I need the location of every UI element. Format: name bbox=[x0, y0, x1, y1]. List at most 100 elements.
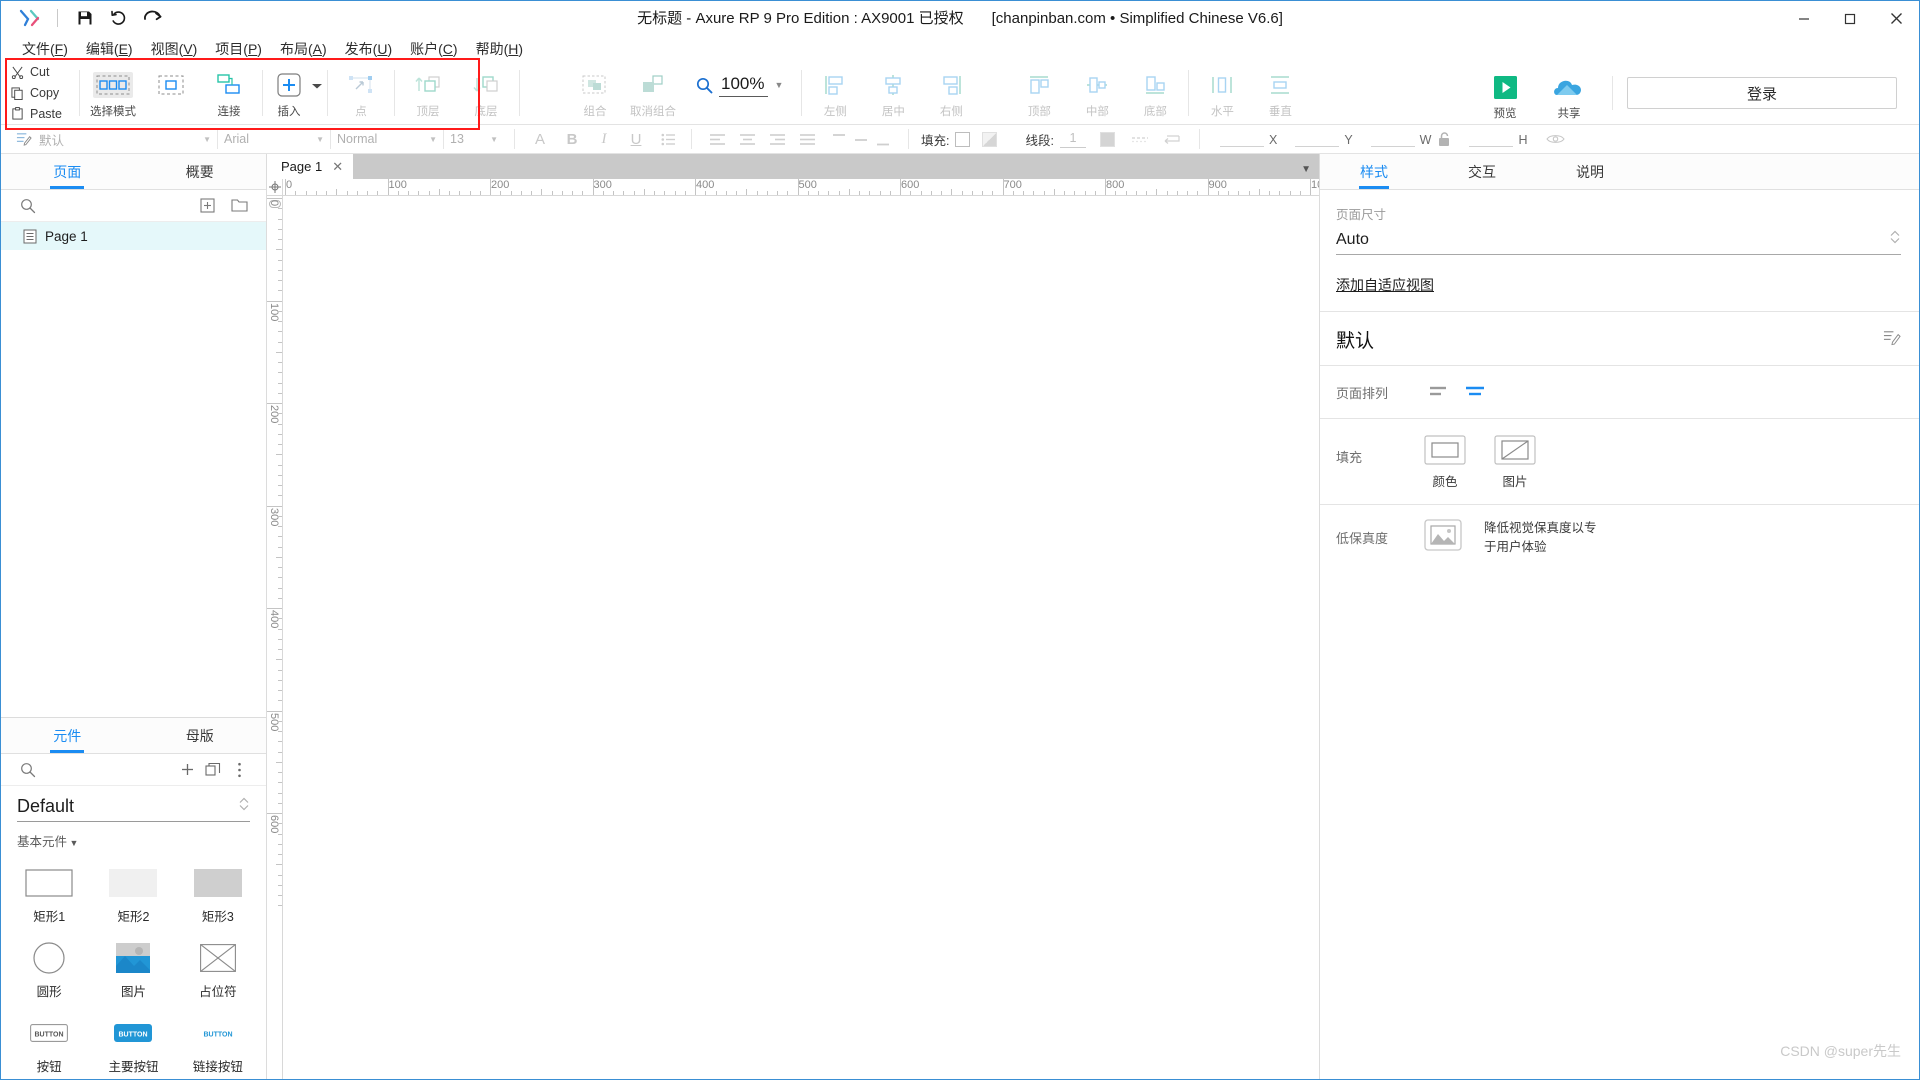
zoom-chevron-down-icon[interactable]: ▼ bbox=[774, 80, 783, 90]
y-field-group[interactable]: Y bbox=[1295, 132, 1352, 147]
underline-button[interactable]: U bbox=[625, 128, 647, 150]
menu-view[interactable]: 视图(V) bbox=[142, 36, 207, 62]
align-justify-text-button[interactable] bbox=[796, 128, 818, 150]
design-canvas[interactable] bbox=[283, 196, 1319, 1079]
fill-none-swatch[interactable] bbox=[955, 132, 970, 147]
tab-notes[interactable]: 说明 bbox=[1536, 154, 1644, 189]
cut-button[interactable]: Cut bbox=[11, 62, 75, 83]
insert-dropdown-arrow[interactable] bbox=[311, 72, 323, 100]
x-input[interactable] bbox=[1220, 132, 1264, 147]
h-input[interactable] bbox=[1469, 132, 1513, 147]
w-input[interactable] bbox=[1371, 132, 1415, 147]
ungroup-button[interactable]: 取消组合 bbox=[624, 66, 682, 119]
align-right-button[interactable]: 右侧 bbox=[922, 66, 980, 119]
line-color-swatch[interactable] bbox=[1100, 132, 1115, 147]
library-select[interactable]: Default bbox=[17, 796, 250, 822]
fill-color-swatch[interactable] bbox=[982, 132, 997, 147]
bold-button[interactable]: B bbox=[561, 128, 583, 150]
align-center-text-button[interactable] bbox=[736, 128, 758, 150]
h-field-group[interactable]: H bbox=[1469, 132, 1527, 147]
page-size-select[interactable]: Auto bbox=[1336, 229, 1901, 255]
stepper-icon[interactable] bbox=[1889, 229, 1901, 250]
menu-publish[interactable]: 发布(U) bbox=[336, 36, 401, 62]
distribute-horizontal-button[interactable]: 水平 bbox=[1193, 66, 1251, 119]
unlock-icon[interactable] bbox=[1437, 132, 1451, 147]
font-family-select[interactable]: Arial ▼ bbox=[220, 128, 328, 150]
vertical-ruler[interactable]: 0100200300400500600 bbox=[267, 196, 283, 1079]
more-vertical-icon[interactable] bbox=[226, 759, 252, 781]
style-select[interactable]: 默认 ▼ bbox=[35, 128, 215, 150]
zoom-value[interactable]: 100% bbox=[719, 73, 768, 97]
close-icon[interactable]: ✕ bbox=[332, 159, 343, 175]
close-button[interactable] bbox=[1873, 1, 1919, 36]
y-input[interactable] bbox=[1295, 132, 1339, 147]
align-left-button[interactable]: 左侧 bbox=[806, 66, 864, 119]
search-icon[interactable] bbox=[15, 759, 41, 781]
select-single-button[interactable] bbox=[142, 66, 200, 115]
copy-button[interactable]: Copy bbox=[11, 83, 75, 104]
valign-bottom-button[interactable] bbox=[872, 128, 894, 150]
canvas-tab-page1[interactable]: Page 1 ✕ bbox=[267, 154, 353, 179]
panel-splitter[interactable] bbox=[1, 250, 266, 717]
align-bottom-button[interactable]: 底部 bbox=[1126, 66, 1184, 119]
stepper-icon[interactable] bbox=[238, 796, 250, 817]
tab-outline[interactable]: 概要 bbox=[134, 154, 267, 189]
valign-middle-button[interactable] bbox=[850, 128, 872, 150]
widget-rectangle3[interactable]: 矩形3 bbox=[176, 858, 260, 929]
library-category[interactable]: 基本元件 ▼ bbox=[17, 831, 266, 850]
font-color-button[interactable]: A bbox=[529, 128, 551, 150]
tab-pages[interactable]: 页面 bbox=[1, 154, 134, 189]
login-button[interactable]: 登录 bbox=[1627, 77, 1897, 109]
preview-button[interactable]: 预览 bbox=[1476, 68, 1534, 121]
share-button[interactable]: 共享 bbox=[1540, 68, 1598, 121]
send-back-button[interactable]: 底层 bbox=[457, 66, 515, 119]
page-align-left-button[interactable] bbox=[1424, 380, 1454, 404]
add-adaptive-view-link[interactable]: 添加自适应视图 bbox=[1336, 275, 1434, 295]
point-button[interactable]: 点 bbox=[332, 66, 390, 119]
menu-project[interactable]: 项目(P) bbox=[206, 36, 271, 62]
add-page-icon[interactable] bbox=[194, 195, 220, 217]
tab-masters[interactable]: 母版 bbox=[134, 718, 267, 753]
tab-widgets[interactable]: 元件 bbox=[1, 718, 134, 753]
plus-icon[interactable] bbox=[174, 759, 200, 781]
widget-placeholder[interactable]: 占位符 bbox=[176, 933, 260, 1004]
menu-account[interactable]: 账户(C) bbox=[401, 36, 466, 62]
save-icon[interactable] bbox=[68, 5, 102, 31]
italic-button[interactable]: I bbox=[593, 128, 615, 150]
line-width-input[interactable]: 1 bbox=[1060, 131, 1086, 148]
x-field-group[interactable]: X bbox=[1220, 132, 1277, 147]
align-center-button[interactable]: 居中 bbox=[864, 66, 922, 119]
tab-style[interactable]: 样式 bbox=[1320, 154, 1428, 189]
widget-image[interactable]: 图片 bbox=[91, 933, 175, 1004]
connect-button[interactable]: 连接 bbox=[200, 66, 258, 119]
lowfi-toggle-button[interactable] bbox=[1424, 519, 1462, 556]
widget-button[interactable]: BUTTON 按钮 bbox=[7, 1008, 91, 1079]
valign-top-button[interactable] bbox=[828, 128, 850, 150]
line-style-button[interactable] bbox=[1129, 128, 1151, 150]
duplicate-icon[interactable] bbox=[200, 759, 226, 781]
minimize-button[interactable] bbox=[1781, 1, 1827, 36]
select-mode-button[interactable]: 选择模式 bbox=[84, 66, 142, 119]
widget-link-button[interactable]: BUTTON 链接按钮 bbox=[176, 1008, 260, 1079]
widget-circle[interactable]: 圆形 bbox=[7, 933, 91, 1004]
edit-style-icon[interactable] bbox=[1883, 328, 1901, 351]
maximize-button[interactable] bbox=[1827, 1, 1873, 36]
align-top-button[interactable]: 顶部 bbox=[1010, 66, 1068, 119]
group-button[interactable]: 组合 bbox=[566, 66, 624, 119]
fill-image-option[interactable]: 图片 bbox=[1494, 435, 1536, 490]
bullet-list-icon[interactable] bbox=[657, 128, 679, 150]
menu-layout[interactable]: 布局(A) bbox=[271, 36, 336, 62]
menu-edit[interactable]: 编辑(E) bbox=[77, 36, 142, 62]
ruler-origin-icon[interactable] bbox=[267, 179, 283, 196]
fill-color-option[interactable]: 颜色 bbox=[1424, 435, 1466, 490]
insert-button[interactable]: 插入 bbox=[267, 66, 311, 119]
widget-rectangle2[interactable]: 矩形2 bbox=[91, 858, 175, 929]
eye-icon[interactable] bbox=[1546, 133, 1565, 145]
widget-rectangle1[interactable]: 矩形1 bbox=[7, 858, 91, 929]
horizontal-ruler[interactable]: 010020030040050060070080090010 bbox=[283, 179, 1319, 196]
w-field-group[interactable]: W bbox=[1371, 132, 1432, 147]
align-right-text-button[interactable] bbox=[766, 128, 788, 150]
undo-icon[interactable] bbox=[102, 5, 136, 31]
list-item[interactable]: Page 1 bbox=[1, 222, 266, 250]
distribute-vertical-button[interactable]: 垂直 bbox=[1251, 66, 1309, 119]
